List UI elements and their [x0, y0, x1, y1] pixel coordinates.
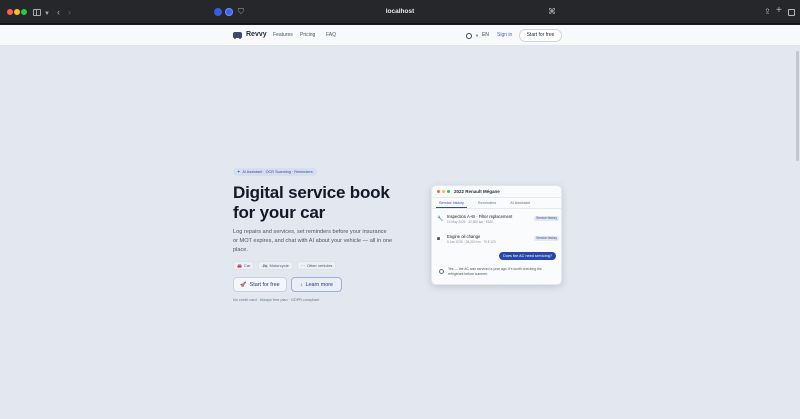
browser-toolbar: ▼ ‹ › ⛉ localhost ⌘ ⇪ + [0, 0, 800, 24]
hero-title-line: for your car [233, 203, 326, 222]
extension-icon[interactable] [225, 8, 233, 16]
car-icon: 🚘 [237, 263, 242, 268]
chip-label: Car [243, 263, 251, 268]
sparkle-icon: ✦ [237, 169, 241, 174]
chip-label: Other vehicles [306, 263, 333, 268]
sidebar-icon[interactable] [33, 9, 41, 16]
tab-reminders[interactable]: Reminders [475, 200, 499, 208]
chat-answer-text: Yes — the AC was serviced a year ago. It… [448, 267, 542, 276]
extension-icon[interactable] [214, 8, 222, 16]
chevron-down-icon: ▼ [475, 33, 479, 38]
card-header: 2022 Renault Mégane [432, 186, 561, 198]
window-dot [442, 190, 445, 193]
url-text[interactable]: localhost [386, 8, 415, 15]
translate-icon[interactable]: ⌘ [548, 7, 556, 17]
learn-more-button[interactable]: ↓ Learn more [291, 277, 342, 292]
chip-car[interactable]: 🚘 Car [233, 261, 255, 270]
chevron-down-icon[interactable]: ▼ [44, 9, 50, 19]
hero-description: Log repairs and services, set reminders … [233, 229, 393, 254]
assistant-icon [439, 269, 444, 274]
dots-icon: ⋯ [300, 263, 305, 268]
chip-motorcycle[interactable]: 🏍 Motorcycle [258, 261, 293, 270]
site-header: Revvy Features Pricing FAQ ▼ EN Sign in … [0, 25, 800, 46]
page-content: Revvy Features Pricing FAQ ▼ EN Sign in … [0, 25, 800, 419]
hero-title: Digital service book for your car [233, 183, 433, 223]
hero-title-line: Digital service book [233, 183, 390, 202]
share-icon[interactable]: ⇪ [764, 7, 771, 17]
address-bar[interactable]: localhost [0, 7, 800, 17]
entry-meta: 12 May 2026 · 42,800 km · €520 [447, 220, 494, 224]
window-close-button[interactable] [7, 9, 13, 15]
nav-link-pricing[interactable]: Pricing [300, 32, 315, 39]
chat-answer: Yes — the AC was serviced a year ago. It… [437, 266, 559, 279]
entry-title: Inspection A+B · Filter replacement [447, 214, 513, 219]
status-badge: Service history [534, 236, 559, 241]
button-label: Learn more [305, 281, 334, 288]
start-for-free-button[interactable]: 🚀 Start for free [233, 277, 287, 292]
fine-print: No credit card · Always free plan · GDPR… [233, 298, 320, 302]
tab-service-history[interactable]: Service history [436, 200, 467, 208]
list-item[interactable]: ◙ Engine oil change 5 Jan 2026 · 38,200 … [437, 234, 559, 248]
badge-label: AI Assistant · OCR Scanning · Reminders [242, 170, 313, 174]
chip-other-vehicles[interactable]: ⋯ Other vehicles [296, 261, 337, 270]
shield-icon[interactable]: ⛉ [238, 7, 244, 17]
chat-question-bubble: Does the AC need servicing? [499, 252, 556, 260]
new-tab-icon[interactable]: + [776, 6, 782, 16]
rocket-icon: 🚀 [240, 281, 247, 288]
language-label: EN [481, 32, 489, 38]
window-dot [437, 190, 440, 193]
brand-name: Revvy [246, 31, 267, 38]
arrow-down-icon: ↓ [299, 281, 303, 288]
globe-icon [466, 32, 472, 39]
entry-meta: 5 Jan 2026 · 38,200 km · 75 € 120 [447, 240, 496, 244]
sign-in-link[interactable]: Sign in [497, 32, 512, 39]
status-badge: Service history [534, 216, 559, 221]
divider [432, 208, 561, 209]
vehicle-type-chips: 🚘 Car 🏍 Motorcycle ⋯ Other vehicles [233, 261, 337, 270]
start-for-free-button[interactable]: Start for free [519, 29, 562, 42]
list-item[interactable]: 🔧 Inspection A+B · Filter replacement 12… [437, 214, 559, 228]
button-label: Start for free [249, 281, 280, 288]
forward-arrow-icon[interactable]: › [68, 7, 71, 17]
back-arrow-icon[interactable]: ‹ [57, 7, 60, 17]
tab-ai-assistant[interactable]: AI Assistant [507, 200, 533, 208]
feature-badge: ✦ AI Assistant · OCR Scanning · Reminder… [233, 168, 317, 176]
nav-link-features[interactable]: Features [273, 32, 293, 39]
tab-overview-icon[interactable] [788, 9, 795, 16]
vehicle-title: 2022 Renault Mégane [454, 189, 500, 194]
window-maximize-button[interactable] [21, 9, 27, 15]
window-dot [447, 190, 450, 193]
entry-title: Engine oil change [447, 234, 481, 239]
wrench-icon: 🔧 [437, 216, 444, 222]
motorcycle-icon: 🏍 [262, 263, 268, 268]
brand-logo[interactable]: Revvy [233, 31, 267, 39]
car-icon [233, 31, 242, 39]
chip-label: Motorcycle [269, 263, 289, 268]
app-preview-card: 2022 Renault Mégane Service history Remi… [431, 185, 562, 285]
nav-link-faq[interactable]: FAQ [326, 32, 336, 39]
card-tabs: Service history Reminders AI Assistant [436, 200, 533, 208]
oil-icon: ◙ [437, 236, 441, 242]
window-minimize-button[interactable] [14, 9, 20, 15]
scrollbar[interactable] [796, 51, 799, 161]
language-selector[interactable]: ▼ EN [466, 32, 489, 39]
